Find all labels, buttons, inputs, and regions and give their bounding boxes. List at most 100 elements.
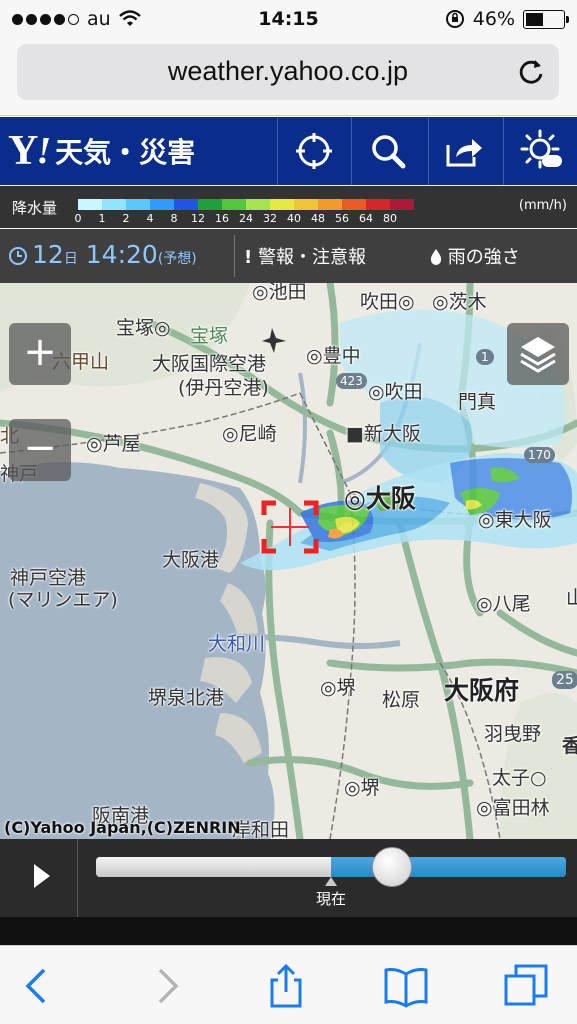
- map-label-osakako: 大阪港: [162, 549, 220, 571]
- map-label-kashiwara: 香: [562, 735, 577, 757]
- map-label-habikino: 羽曳野: [484, 723, 542, 745]
- browser-address-area: weather.yahoo.co.jp: [0, 38, 577, 116]
- share-sheet-icon[interactable]: [262, 962, 310, 1010]
- map-label-kobe-airport-sub: (マリンエア): [8, 589, 118, 611]
- rain-strength-toggle[interactable]: 雨の強さ: [430, 243, 520, 269]
- back-arrow-icon[interactable]: [14, 962, 62, 1010]
- legend-tick-label: 16: [215, 212, 229, 225]
- layers-icon: [520, 337, 556, 373]
- timeline-slider-handle[interactable]: [372, 847, 413, 887]
- timeline-track[interactable]: [96, 857, 566, 877]
- legend-tick-label: 4: [146, 212, 154, 225]
- legend-tick-label: 1: [98, 212, 106, 225]
- search-icon: [371, 135, 405, 169]
- app-header: Y ! 天気・災害: [0, 117, 577, 185]
- map-label-amagasaki: ◎尼崎: [222, 423, 277, 445]
- raindrop-icon: [430, 249, 442, 265]
- legend-swatch: [318, 199, 342, 210]
- page-bottom-gap: [0, 917, 577, 945]
- screen: au 14:15 46% weather.yahoo.co.jp Y ! 天気・…: [0, 0, 577, 1024]
- tabs-icon[interactable]: [502, 962, 550, 1010]
- now-marker: [325, 877, 337, 886]
- map-label-suita: ◎吹田: [368, 381, 423, 403]
- legend-tick-label: 2: [122, 212, 130, 225]
- forecast-day: 12: [32, 240, 64, 269]
- map-label-yamatogawa: 大和川: [208, 633, 266, 655]
- legend-swatch: [390, 199, 414, 210]
- legend-swatch: [342, 199, 366, 210]
- legend-tick-label: 80: [383, 212, 397, 225]
- legend-tick-label: 0: [74, 212, 82, 225]
- bookmarks-icon[interactable]: [382, 962, 430, 1010]
- current-location-button[interactable]: [277, 117, 349, 185]
- legend-swatch: [270, 199, 294, 210]
- search-button[interactable]: [351, 117, 423, 185]
- map-label-matsubara: 松原: [382, 689, 421, 711]
- play-button[interactable]: [0, 839, 78, 917]
- yahoo-weather-logo[interactable]: Y ! 天気・災害: [8, 127, 195, 175]
- warnings-label: 警報・注意報: [257, 247, 366, 268]
- map-label-yao: ◎八尾: [476, 593, 531, 615]
- status-right: 46%: [445, 8, 569, 30]
- map-label-ashiya: ◎芦屋: [86, 433, 141, 455]
- legend-swatch: [78, 199, 102, 210]
- zoom-in-button[interactable]: +: [9, 323, 71, 385]
- logo-exclamation: !: [36, 130, 52, 172]
- address-url[interactable]: weather.yahoo.co.jp: [17, 56, 559, 87]
- reload-icon[interactable]: [513, 54, 549, 90]
- map-label-osakafu: 大阪府: [444, 676, 520, 705]
- route-shield-170: 170: [524, 447, 555, 463]
- forecast-time: 14:20: [85, 240, 158, 269]
- forecast-datetime: 12日 14:20(予想): [32, 240, 197, 269]
- status-bar: au 14:15 46%: [0, 0, 577, 38]
- rain-radar-map[interactable]: ◎池田 吹田◎ ◎茨木 茨木 宝塚◎ 宝塚 六甲山 大阪国際空港 (伊丹空港) …: [0, 283, 577, 839]
- legend-swatch: [294, 199, 318, 210]
- map-label-sakai: ◎堺: [320, 677, 356, 699]
- map-label-toyonaka: ◎豊中: [306, 345, 361, 367]
- map-label-shinosaka: ■新大阪: [346, 423, 421, 445]
- now-label: 現在: [315, 890, 346, 908]
- clock-icon: [9, 247, 27, 265]
- play-icon: [34, 864, 50, 888]
- legend-color-scale: [78, 199, 414, 210]
- legend-swatch: [246, 199, 270, 210]
- weather-settings-button[interactable]: [503, 117, 575, 185]
- legend-tick-label: 64: [359, 212, 373, 225]
- map-label-kuramayama: 山: [566, 587, 577, 609]
- forecast-day-suffix: 日: [63, 251, 78, 267]
- address-bar[interactable]: weather.yahoo.co.jp: [17, 44, 559, 100]
- legend-swatch: [198, 199, 222, 210]
- legend-tick-label: 24: [239, 212, 253, 225]
- divider: [234, 235, 235, 277]
- forward-arrow-icon[interactable]: [142, 962, 190, 1010]
- map-label-suita-north: 吹田◎: [360, 291, 415, 313]
- logo-y: Y: [8, 128, 38, 174]
- share-icon: [446, 139, 482, 167]
- legend-tick-label: 12: [191, 212, 205, 225]
- legend-swatch: [102, 199, 126, 210]
- crosshair-icon: [295, 133, 332, 169]
- exclamation-icon: !: [244, 247, 253, 268]
- legend-swatch: [126, 199, 150, 210]
- route-shield-1: 1: [476, 349, 494, 365]
- share-button[interactable]: [428, 117, 500, 185]
- legend-swatch: [150, 199, 174, 210]
- map-label-ikeda: ◎池田: [252, 283, 307, 303]
- layers-button[interactable]: [507, 323, 569, 385]
- legend-swatch: [174, 199, 198, 210]
- warnings-toggle[interactable]: ! 警報・注意報: [244, 243, 366, 269]
- timeline-bar: 現在: [0, 839, 577, 917]
- route-shield-25: 25: [552, 671, 577, 689]
- map-copyright: (C)Yahoo Japan,(C)ZENRIN: [4, 818, 241, 837]
- legend-swatch: [366, 199, 390, 210]
- rain-strength-label: 雨の強さ: [447, 247, 520, 268]
- map-label-airport: 大阪国際空港: [152, 353, 267, 375]
- legend-tick-label: 8: [170, 212, 178, 225]
- battery-percent: 46%: [472, 8, 515, 30]
- legend-tick-label: 32: [263, 212, 277, 225]
- map-label-kadoma: 門真: [458, 391, 497, 413]
- map-label-higashiosaka: ◎東大阪: [478, 509, 552, 531]
- zoom-out-button[interactable]: −: [9, 419, 71, 481]
- timeline-past: [96, 857, 331, 877]
- legend-swatch: [222, 199, 246, 210]
